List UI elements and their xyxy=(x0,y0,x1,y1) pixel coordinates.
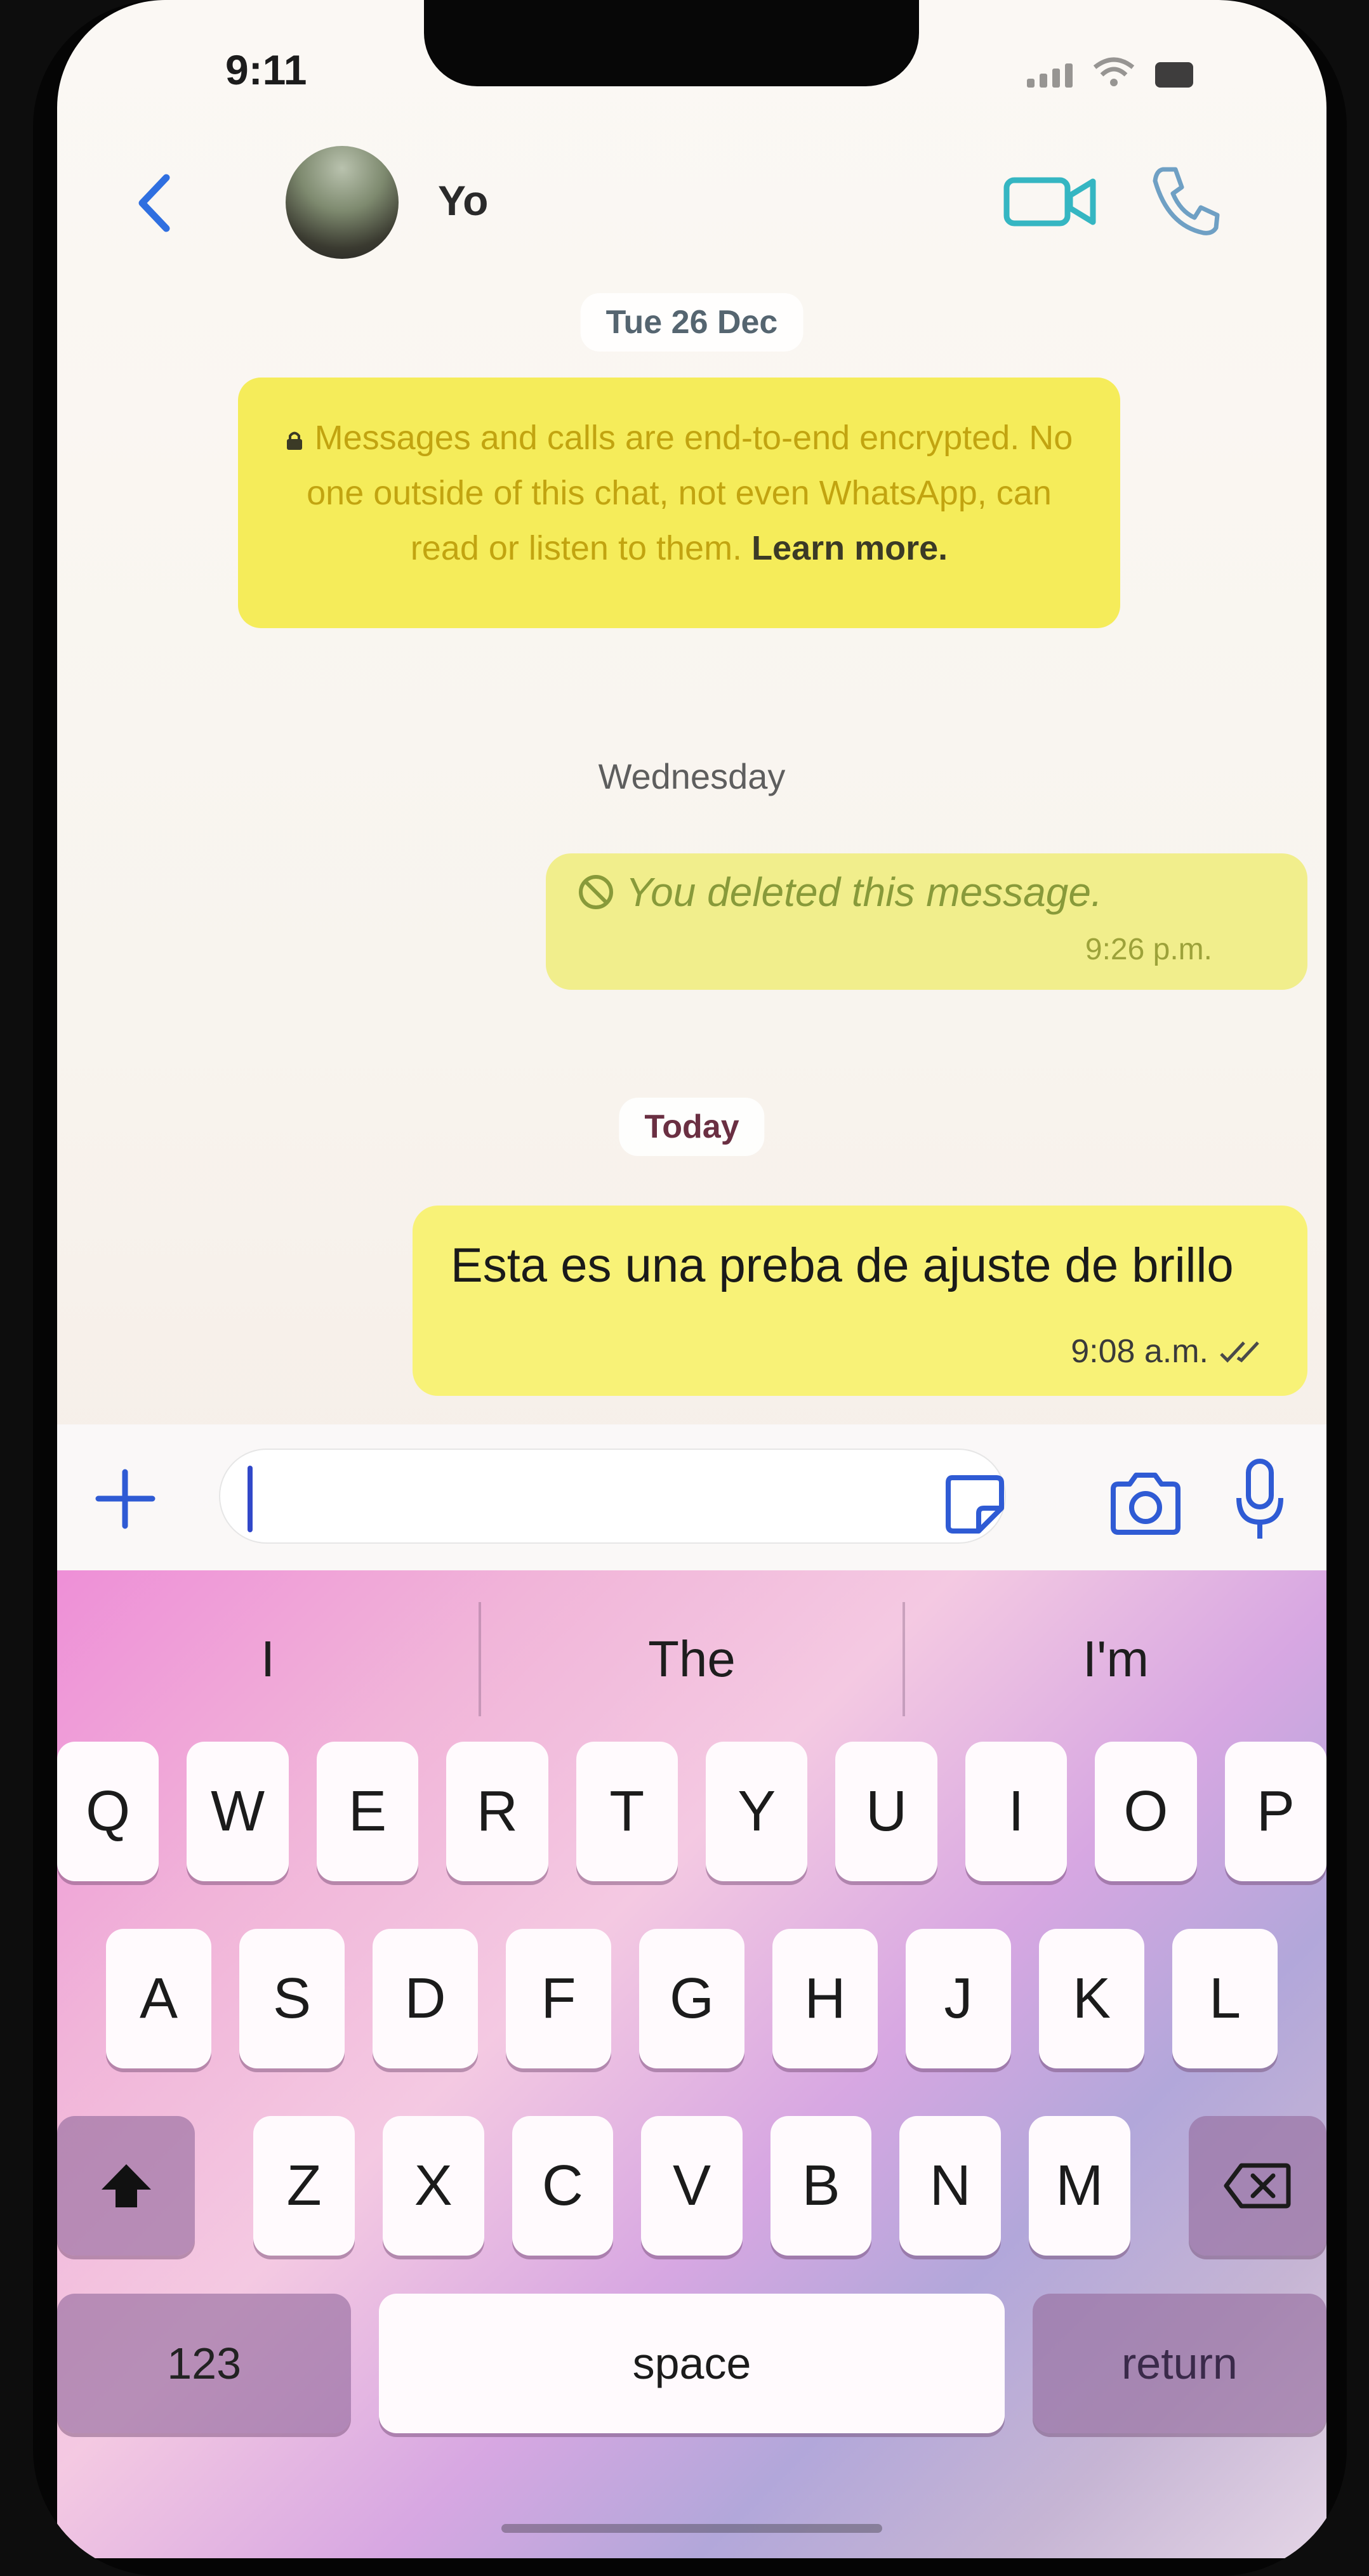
key-s[interactable]: S xyxy=(239,1929,345,2068)
encryption-text: Messages and calls are end-to-end encryp… xyxy=(307,419,1073,567)
camera-icon[interactable] xyxy=(1104,1469,1187,1539)
chat-header: Yo xyxy=(57,127,1326,279)
key-x[interactable]: X xyxy=(382,2116,484,2256)
key-row-2: A S D F G H J K L xyxy=(57,1929,1326,2068)
date-separator: Today xyxy=(619,1098,765,1156)
learn-more-link[interactable]: Learn more. xyxy=(751,529,948,567)
key-m[interactable]: M xyxy=(1029,2116,1130,2256)
message-time: 9:08 a.m. xyxy=(1071,1333,1208,1370)
outgoing-message-bubble[interactable]: Esta es una preba de ajuste de brillo 9:… xyxy=(413,1206,1307,1396)
contact-name[interactable]: Yo xyxy=(438,176,488,225)
plus-icon[interactable] xyxy=(92,1466,159,1532)
key-i[interactable]: I xyxy=(965,1742,1068,1881)
key-row-3: Z X C V B N M xyxy=(57,2116,1326,2256)
suggestion-3[interactable]: I'm xyxy=(905,1602,1326,1716)
return-key[interactable]: return xyxy=(1032,2294,1326,2433)
phone-frame: 9:11 Yo Tue 26 Dec Messages and calls ar… xyxy=(33,0,1347,2576)
status-time: 9:11 xyxy=(225,46,307,93)
backspace-icon xyxy=(1224,2163,1291,2209)
screen: 9:11 Yo Tue 26 Dec Messages and calls ar… xyxy=(57,0,1326,2558)
key-t[interactable]: T xyxy=(576,1742,678,1881)
deleted-icon xyxy=(579,875,613,909)
key-u[interactable]: U xyxy=(835,1742,937,1881)
key-k[interactable]: K xyxy=(1039,1929,1144,2068)
date-separator: Wednesday xyxy=(598,756,786,796)
wifi-icon xyxy=(1093,57,1135,86)
date-separator: Tue 26 Dec xyxy=(580,293,804,352)
deleted-message-row: You deleted this message. xyxy=(578,869,1276,916)
key-j[interactable]: J xyxy=(906,1929,1011,2068)
deleted-message-text: You deleted this message. xyxy=(626,869,1102,915)
key-q[interactable]: Q xyxy=(57,1742,159,1881)
video-call-icon[interactable] xyxy=(1003,166,1098,236)
deleted-message-bubble[interactable]: You deleted this message. 9:26 p.m. xyxy=(546,853,1307,990)
battery-icon xyxy=(1155,62,1193,88)
key-f[interactable]: F xyxy=(506,1929,611,2068)
suggestion-1[interactable]: I xyxy=(57,1602,481,1716)
notch xyxy=(424,0,919,86)
status-icons xyxy=(1027,56,1193,88)
key-d[interactable]: D xyxy=(373,1929,478,2068)
key-h[interactable]: H xyxy=(772,1929,878,2068)
key-b[interactable]: B xyxy=(770,2116,872,2256)
key-v[interactable]: V xyxy=(641,2116,743,2256)
message-meta: 9:08 a.m. xyxy=(1071,1332,1269,1370)
key-z[interactable]: Z xyxy=(253,2116,355,2256)
signal-icon xyxy=(1027,63,1073,88)
key-l[interactable]: L xyxy=(1172,1929,1278,2068)
key-n[interactable]: N xyxy=(899,2116,1002,2256)
key-a[interactable]: A xyxy=(106,1929,211,2068)
keyboard: I The I'm Q W E R T Y U I O P A S D F G … xyxy=(57,1570,1326,2558)
key-w[interactable]: W xyxy=(187,1742,289,1881)
key-c[interactable]: C xyxy=(512,2116,614,2256)
read-ticks-icon xyxy=(1220,1341,1259,1363)
sticker-icon[interactable] xyxy=(939,1469,1009,1539)
message-time: 9:26 p.m. xyxy=(1085,933,1212,966)
key-r[interactable]: R xyxy=(446,1742,548,1881)
chat-area: Tue 26 Dec Messages and calls are end-to… xyxy=(57,279,1326,1421)
key-row-4: 123 space return xyxy=(57,2294,1326,2433)
key-y[interactable]: Y xyxy=(706,1742,808,1881)
suggestions-bar: I The I'm xyxy=(57,1602,1326,1716)
backspace-key[interactable] xyxy=(1188,2116,1326,2256)
text-caret xyxy=(248,1466,253,1532)
avatar[interactable] xyxy=(286,146,399,259)
shift-key[interactable] xyxy=(57,2116,195,2256)
lock-icon xyxy=(286,431,302,450)
message-text: Esta es una preba de ajuste de brillo xyxy=(451,1239,1234,1292)
key-o[interactable]: O xyxy=(1095,1742,1197,1881)
message-input[interactable] xyxy=(219,1449,1006,1544)
encryption-notice[interactable]: Messages and calls are end-to-end encryp… xyxy=(238,378,1120,628)
microphone-icon[interactable] xyxy=(1231,1456,1288,1545)
key-p[interactable]: P xyxy=(1224,1742,1326,1881)
numbers-key[interactable]: 123 xyxy=(57,2294,352,2433)
home-indicator xyxy=(501,2524,882,2533)
message-composer xyxy=(57,1424,1326,1570)
space-key[interactable]: space xyxy=(379,2294,1005,2433)
shift-icon xyxy=(101,2164,151,2207)
key-e[interactable]: E xyxy=(316,1742,419,1881)
back-icon[interactable] xyxy=(127,165,184,241)
suggestion-2[interactable]: The xyxy=(481,1602,905,1716)
phone-call-icon[interactable] xyxy=(1149,162,1222,238)
key-g[interactable]: G xyxy=(639,1929,744,2068)
key-row-1: Q W E R T Y U I O P xyxy=(57,1742,1326,1881)
